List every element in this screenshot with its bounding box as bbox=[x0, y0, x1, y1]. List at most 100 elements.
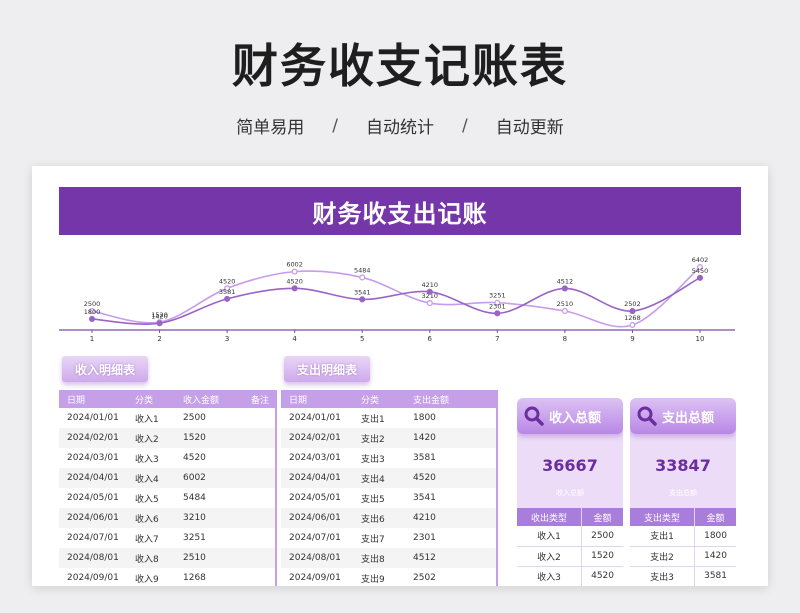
data-label: 3581 bbox=[219, 288, 236, 296]
income-header-cell: 收入金额 bbox=[175, 390, 237, 408]
data-label: 2301 bbox=[489, 302, 506, 310]
expense-cell: 2024/06/01 bbox=[281, 508, 351, 528]
search-icon bbox=[637, 406, 657, 426]
spreadsheet-preview: 财务收支出记账 1 2 3 4 5 6 7 8 9 10 2500 1520 4520 6002 5484 3… bbox=[32, 166, 768, 586]
x-tick-label: 5 bbox=[360, 335, 364, 343]
table-row: 2024/03/01 收入3 4520 bbox=[59, 448, 275, 468]
expense-cell: 支出1 bbox=[351, 408, 403, 428]
expense-cell: 2024/05/01 bbox=[281, 488, 351, 508]
table-row: 2024/04/01 收入4 6002 bbox=[59, 468, 275, 488]
income-summary-header-cell: 金额 bbox=[581, 508, 623, 526]
table-row: 2024/02/01 收入2 1520 bbox=[59, 428, 275, 448]
expense-cell: 支出8 bbox=[351, 548, 403, 568]
table-row: 2024/07/01 收入7 3251 bbox=[59, 528, 275, 548]
expense-summary-cell: 1800 bbox=[694, 526, 736, 547]
expense-cell: 4210 bbox=[403, 508, 496, 528]
data-point bbox=[88, 315, 96, 323]
income-cell: 收入2 bbox=[125, 428, 175, 448]
data-label: 1800 bbox=[84, 308, 101, 316]
income-cell bbox=[237, 528, 275, 548]
expense-summary-title: 支出总额 bbox=[662, 410, 715, 426]
expense-cell: 2024/01/01 bbox=[281, 408, 351, 428]
expense-header-cell: 日期 bbox=[281, 390, 351, 408]
x-tick-label: 9 bbox=[630, 335, 634, 343]
expense-cell: 2024/03/01 bbox=[281, 448, 351, 468]
x-tick-label: 2 bbox=[157, 335, 161, 343]
data-label: 1268 bbox=[624, 314, 641, 322]
table-row: 2024/05/01 支出5 3541 bbox=[281, 488, 496, 508]
income-cell: 2024/09/01 bbox=[59, 568, 125, 586]
data-point bbox=[426, 300, 433, 307]
data-label: 2502 bbox=[624, 300, 641, 308]
sheet-banner: 财务收支出记账 bbox=[59, 187, 741, 235]
income-cell: 2024/02/01 bbox=[59, 428, 125, 448]
expense-summary-cell: 3581 bbox=[694, 566, 736, 586]
data-point bbox=[224, 295, 231, 302]
tag-auto-stats: 自动统计 bbox=[366, 118, 434, 138]
table-row: 2024/04/01 支出4 4520 bbox=[281, 468, 496, 488]
x-tick-label: 8 bbox=[563, 335, 567, 343]
expense-cell: 1420 bbox=[403, 428, 496, 448]
expense-cell: 1800 bbox=[403, 408, 496, 428]
expense-cell: 支出5 bbox=[351, 488, 403, 508]
income-summary-cell: 1520 bbox=[581, 546, 623, 567]
data-label: 3541 bbox=[354, 288, 371, 296]
income-cell: 2024/01/01 bbox=[59, 408, 125, 428]
x-tick-label: 1 bbox=[90, 335, 94, 343]
data-point bbox=[291, 285, 298, 292]
data-label: 1420 bbox=[151, 312, 168, 320]
income-cell: 收入9 bbox=[125, 568, 175, 586]
table-row: 收入2 1520 bbox=[517, 546, 623, 567]
income-summary-cell: 收入3 bbox=[517, 566, 583, 586]
data-label: 4210 bbox=[422, 281, 439, 289]
expense-summary-header-cell: 金额 bbox=[694, 508, 736, 526]
data-label: 6402 bbox=[692, 256, 709, 264]
data-point bbox=[359, 274, 366, 281]
data-point bbox=[291, 268, 298, 275]
expense-type-table: 支出类型 金额 支出1 1800 支出2 1420 支出3 3581 bbox=[630, 508, 736, 586]
expense-cell: 2301 bbox=[403, 528, 496, 548]
income-cell: 2024/07/01 bbox=[59, 528, 125, 548]
income-header-cell: 备注 bbox=[237, 390, 275, 408]
table-row: 2024/03/01 支出3 3581 bbox=[281, 448, 496, 468]
x-tick-label: 3 bbox=[225, 335, 229, 343]
expense-total-caption: 支出总额 bbox=[669, 489, 697, 497]
page-title: 财务收支记账表 bbox=[232, 39, 568, 93]
expense-cell: 4512 bbox=[403, 548, 496, 568]
income-summary-title: 收入总额 bbox=[549, 410, 602, 426]
income-cell: 3251 bbox=[175, 528, 237, 548]
table-row: 支出2 1420 bbox=[630, 546, 736, 567]
feature-tags: 简单易用 / 自动统计 / 自动更新 bbox=[0, 113, 800, 139]
income-summary-cell: 收入1 bbox=[517, 526, 583, 547]
data-point bbox=[629, 321, 636, 329]
income-total-value: 36667 bbox=[542, 456, 598, 475]
expense-header-cell: 分类 bbox=[351, 390, 403, 408]
table-row: 2024/08/01 支出8 4512 bbox=[281, 548, 496, 568]
data-point bbox=[426, 288, 433, 295]
table-row: 2024/07/01 支出7 2301 bbox=[281, 528, 496, 548]
expense-summary-card: 支出总额 33847 支出总额 支出类型 金额 支出1 1800 支出2 1420 支出3… bbox=[630, 398, 736, 586]
income-cell bbox=[237, 428, 275, 448]
income-cell: 2024/03/01 bbox=[59, 448, 125, 468]
tag-auto-update: 自动更新 bbox=[495, 118, 564, 138]
data-label: 6002 bbox=[286, 261, 303, 269]
data-label: 5484 bbox=[354, 266, 371, 274]
expense-summary-header-cell: 支出类型 bbox=[630, 508, 696, 526]
income-cell: 收入6 bbox=[125, 508, 175, 528]
x-tick-label: 4 bbox=[292, 335, 297, 343]
income-cell: 5484 bbox=[175, 488, 237, 508]
income-cell: 收入5 bbox=[125, 488, 175, 508]
data-point bbox=[629, 308, 636, 315]
data-point bbox=[561, 307, 568, 315]
income-cell bbox=[237, 448, 275, 468]
income-detail-title: 收入明细表 bbox=[62, 356, 148, 382]
expense-cell: 2502 bbox=[403, 568, 496, 586]
income-cell bbox=[237, 508, 275, 528]
income-cell: 4520 bbox=[175, 448, 237, 468]
income-cell bbox=[237, 568, 275, 586]
income-summary-card: 收入总额 36667 收入总额 收出类型 金额 收入1 2500 收入2 1520 收入3… bbox=[517, 398, 623, 586]
income-cell: 2024/08/01 bbox=[59, 548, 125, 568]
income-cell bbox=[237, 408, 275, 428]
x-tick-label: 7 bbox=[495, 335, 499, 343]
table-row: 2024/02/01 支出2 1420 bbox=[281, 428, 496, 448]
